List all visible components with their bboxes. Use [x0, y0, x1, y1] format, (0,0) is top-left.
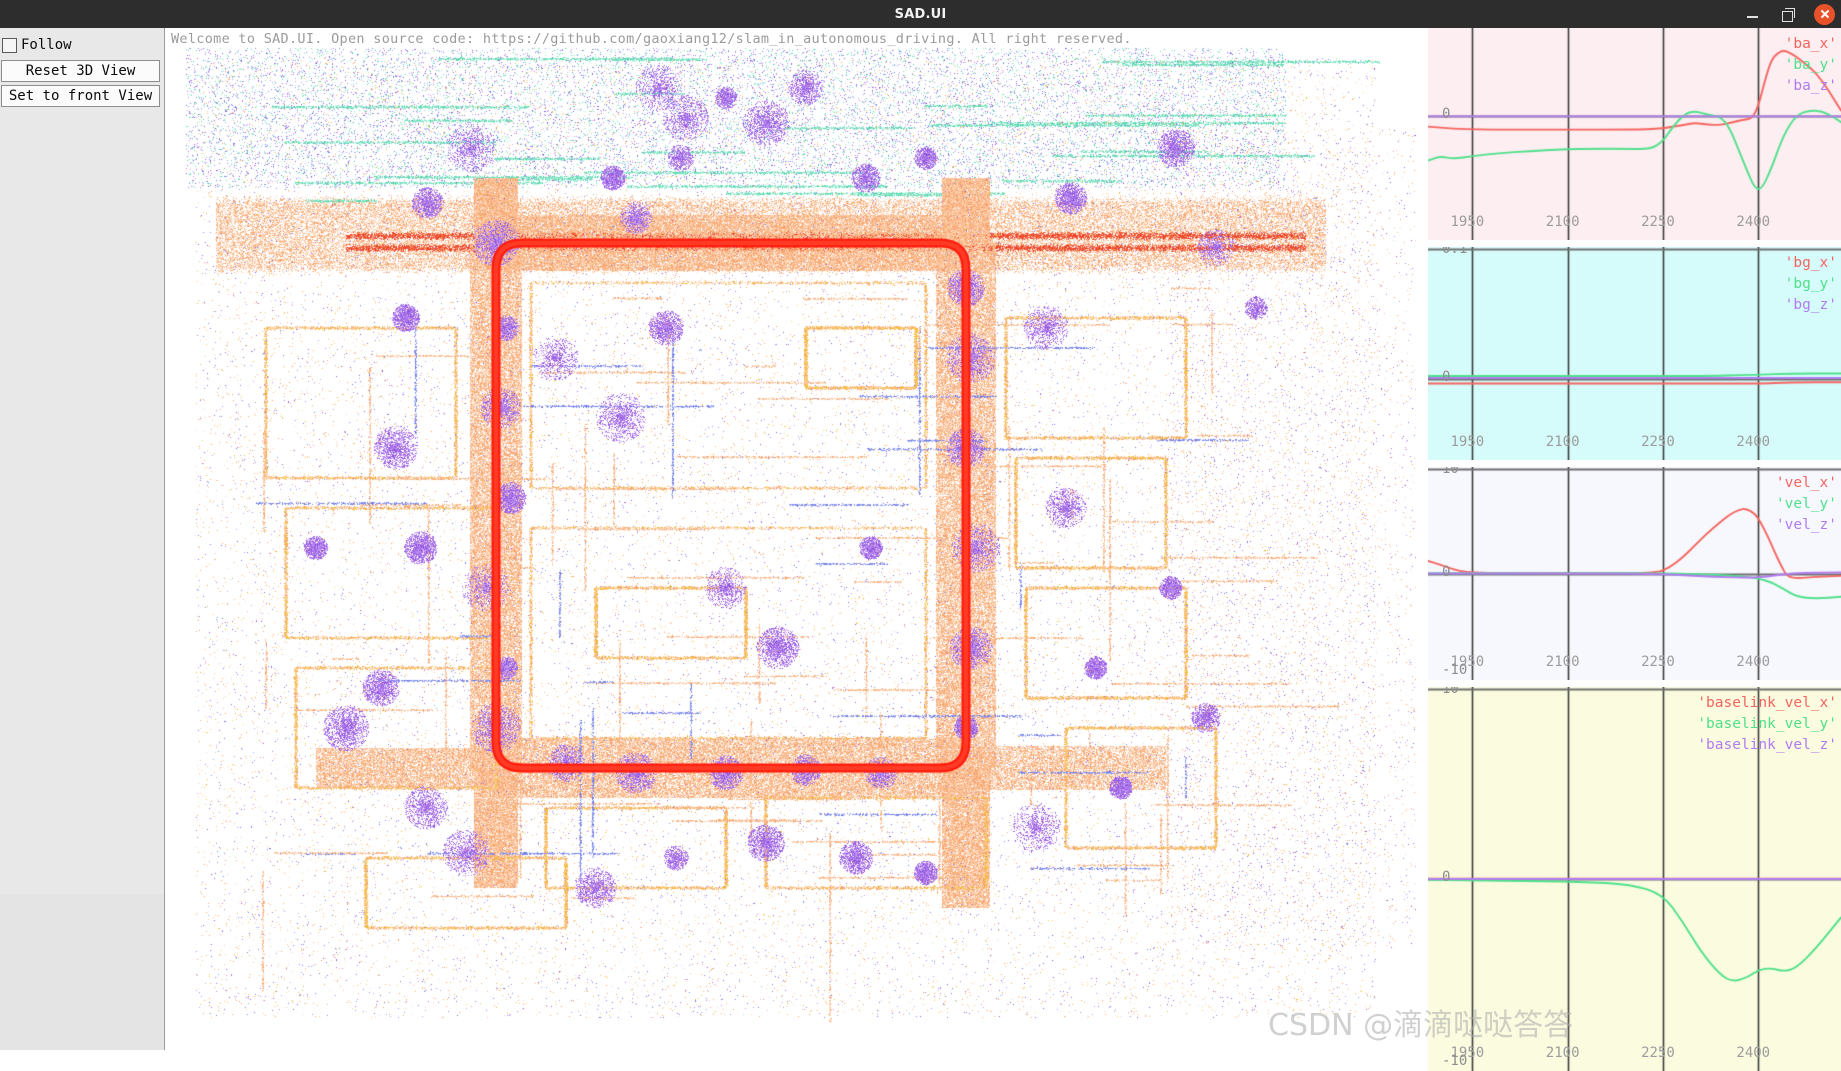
welcome-message: Welcome to SAD.UI. Open source code: htt… — [171, 31, 1132, 47]
plot-legend-vel: 'vel_x' 'vel_y' 'vel_z' — [1776, 473, 1837, 536]
plot-panel-ba[interactable]: 'ba_x' 'ba_y' 'ba_z' 1950 2100 2250 2400 0 — [1428, 28, 1841, 240]
plot-canvas-ba[interactable] — [1428, 28, 1841, 240]
plot-panel-bg[interactable]: 'bg_x' 'bg_y' 'bg_z' 1950 2100 2250 2400 0.1 0 — [1428, 247, 1841, 460]
y-axis-tick: -10 — [1442, 662, 1468, 678]
legend-entry: 'ba_y' — [1784, 57, 1837, 74]
title-bar: SAD.UI — [0, 0, 1841, 28]
pointcloud-map[interactable] — [166, 28, 1428, 1050]
plot-legend-bg: 'bg_x' 'bg_y' 'bg_z' — [1785, 253, 1837, 316]
plot-legend-baselink_vel: 'baselink_vel_x' 'baselink_vel_y' 'baselin… — [1697, 693, 1837, 756]
legend-entry: 'baselink_vel_x' — [1697, 695, 1837, 711]
x-axis-tick: 2250 — [1641, 434, 1675, 450]
sidebar-filler — [0, 894, 165, 1050]
legend-entry: 'baselink_vel_z' — [1697, 737, 1837, 754]
follow-checkbox-row[interactable]: Follow — [0, 33, 164, 57]
plot-canvas-bg[interactable] — [1428, 247, 1841, 460]
x-axis-tick: 1950 — [1450, 214, 1485, 230]
x-axis-tick: 2250 — [1641, 654, 1675, 670]
x-axis-tick: 2250 — [1641, 1045, 1675, 1061]
legend-entry: 'bg_z' — [1784, 297, 1837, 314]
y-axis-tick: 0 — [1442, 368, 1451, 385]
x-axis-tick: 2250 — [1641, 214, 1675, 230]
x-axis-tick: 2400 — [1736, 1045, 1771, 1061]
window-controls — [1742, 0, 1835, 28]
control-sidebar: Follow Reset 3D View Set to front View — [0, 28, 165, 894]
plot-legend-ba: 'ba_x' 'ba_y' 'ba_z' — [1785, 34, 1837, 97]
maximize-icon[interactable] — [1778, 3, 1800, 25]
x-axis-tick: 2400 — [1736, 434, 1771, 450]
legend-entry: 'bg_x' — [1784, 255, 1837, 271]
y-axis-tick: -10 — [1442, 1053, 1468, 1069]
y-axis-tick: 0 — [1442, 869, 1451, 885]
x-axis-tick: 2100 — [1545, 1045, 1580, 1061]
window-title: SAD.UI — [894, 6, 947, 22]
legend-entry: 'vel_z' — [1775, 517, 1837, 534]
reset-3d-view-button[interactable]: Reset 3D View — [1, 60, 160, 82]
x-axis-tick: 1950 — [1450, 434, 1485, 450]
legend-entry: 'vel_y' — [1775, 496, 1837, 513]
minimize-icon[interactable] — [1742, 3, 1764, 25]
legend-entry: 'baselink_vel_y' — [1697, 716, 1837, 733]
x-axis-tick: 2100 — [1545, 434, 1580, 450]
x-axis-tick: 2100 — [1545, 214, 1580, 230]
plot-panel-baselink_vel[interactable]: 'baselink_vel_x' 'baselink_vel_y' 'baselin… — [1428, 687, 1841, 1071]
legend-entry: 'ba_z' — [1784, 78, 1837, 95]
close-icon[interactable] — [1814, 3, 1835, 25]
y-axis-tick: 0 — [1442, 106, 1451, 123]
legend-entry: 'ba_x' — [1784, 36, 1837, 52]
set-to-front-view-button[interactable]: Set to front View — [1, 85, 160, 107]
legend-entry: 'bg_y' — [1784, 276, 1837, 293]
x-axis-tick: 2400 — [1736, 654, 1771, 670]
y-axis-tick: 0.1 — [1442, 247, 1468, 257]
pointcloud-viewport[interactable]: Welcome to SAD.UI. Open source code: htt… — [166, 28, 1428, 1050]
legend-entry: 'vel_x' — [1775, 475, 1837, 491]
checkbox-icon[interactable] — [2, 37, 17, 53]
plot-panel-vel[interactable]: 'vel_x''vel_y''vel_z' 1950 2100 2250 2400 10 0… — [1428, 467, 1841, 680]
y-axis-tick: 10 — [1442, 687, 1459, 697]
y-axis-tick: 0 — [1442, 563, 1451, 580]
y-axis-tick: 10 — [1442, 467, 1459, 477]
x-axis-tick: 2100 — [1545, 654, 1580, 670]
plot-column: 'ba_x''ba_y''ba_z' 1950 2100 2250 2400 0'bg_x… — [1428, 28, 1841, 1071]
x-axis-tick: 2400 — [1736, 214, 1771, 230]
follow-checkbox-label: Follow — [21, 37, 72, 53]
